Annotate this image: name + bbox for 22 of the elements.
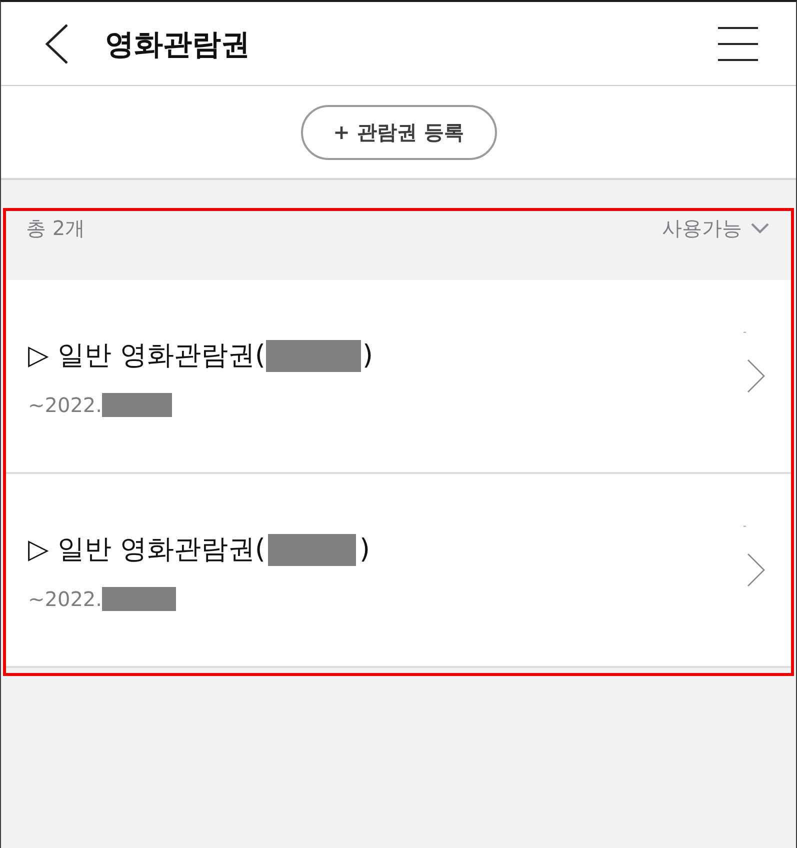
menu-icon (718, 26, 758, 60)
dash-mark: - (743, 521, 747, 533)
ticket-list-item[interactable]: ▷ 일반 영화관람권( ) ~2022. - (3, 280, 794, 474)
chevron-right-icon (747, 553, 765, 587)
back-button[interactable] (45, 24, 69, 64)
ticket-count: 총 2개 (26, 215, 86, 241)
chevron-down-icon (751, 222, 769, 234)
ticket-title: ▷ 일반 영화관람권( (28, 338, 266, 372)
expiry-date: ~2022. (28, 392, 102, 418)
chevron-right-icon (747, 359, 765, 393)
dash-mark: - (743, 327, 747, 339)
ticket-title-end: ) (359, 532, 370, 566)
redaction-block (102, 392, 172, 416)
expiry-date: ~2022. (28, 586, 102, 612)
ticket-title-end: ) (362, 338, 374, 372)
filter-dropdown[interactable]: 사용가능 (662, 215, 769, 241)
ticket-title: ▷ 일반 영화관람권( (28, 532, 266, 566)
chevron-left-icon (45, 24, 69, 64)
ticket-list-item[interactable]: ▷ 일반 영화관람권( ) ~2022. - (3, 474, 794, 668)
register-ticket-button[interactable]: + 관람권 등록 (300, 104, 496, 160)
page-title: 영화관람권 (105, 26, 251, 62)
menu-button[interactable] (718, 26, 758, 60)
